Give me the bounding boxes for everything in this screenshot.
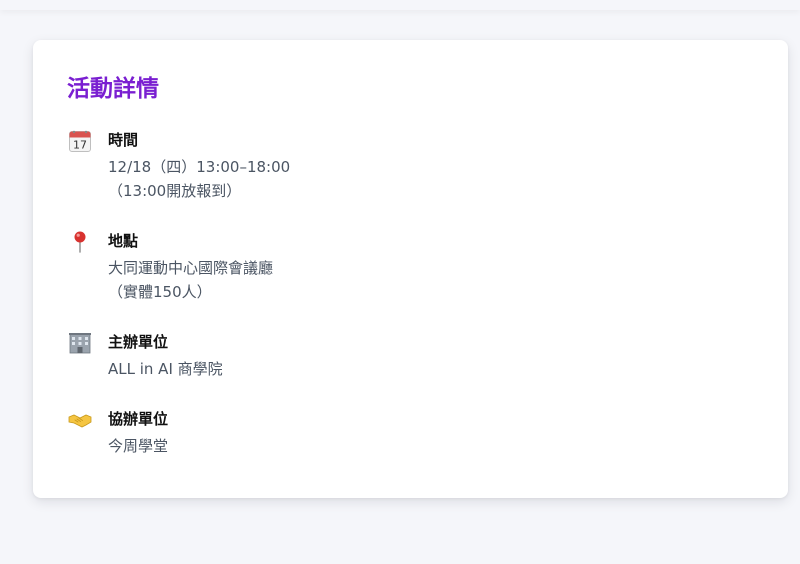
detail-item-location: 地點 大同運動中心國際會議廳 （實體150人） xyxy=(67,231,754,304)
calendar-icon-svg: 17 xyxy=(69,130,91,152)
detail-item-body: 地點 大同運動中心國際會議廳 （實體150人） xyxy=(108,231,273,304)
handshake-icon-svg xyxy=(68,414,92,428)
detail-item-body: 協辦單位 今周學堂 xyxy=(108,409,168,458)
detail-value-organizer: ALL in AI 商學院 xyxy=(108,360,223,378)
pushpin-icon-svg xyxy=(74,231,86,253)
handshake-icon xyxy=(67,407,93,433)
detail-item-body: 時間 12/18（四）13:00–18:00 （13:00開放報到） xyxy=(108,130,290,203)
card-title: 活動詳情 xyxy=(67,76,159,102)
detail-label-organizer: 主辦單位 xyxy=(108,333,169,351)
detail-item-time: 17 時間 12/18（四）13:00–18:00 （13:00開放報到） xyxy=(67,130,754,203)
office-building-icon-svg xyxy=(69,333,91,354)
detail-item-co-organizer: 協辦單位 今周學堂 xyxy=(67,409,754,458)
detail-value-time-line-2: （13:00開放報到） xyxy=(108,182,242,200)
pushpin-icon xyxy=(67,229,93,255)
detail-label-co-organizer: 協辦單位 xyxy=(108,410,169,428)
top-strip xyxy=(0,0,800,10)
detail-item-organizer: 主辦單位 ALL in AI 商學院 xyxy=(67,332,754,381)
event-details-card: 活動詳情 17 時間 12/18（四）13:00–18:00 （13:00開放報… xyxy=(33,40,788,498)
detail-value-time-line-1: 12/18（四）13:00–18:00 xyxy=(108,158,291,176)
detail-value-location-line-1: 大同運動中心國際會議廳 xyxy=(108,259,274,277)
detail-label-time: 時間 xyxy=(108,131,139,149)
detail-label-location: 地點 xyxy=(108,232,139,250)
detail-value-location-line-2: （實體150人） xyxy=(108,283,212,301)
calendar-icon: 17 xyxy=(67,128,93,154)
calendar-icon-day: 17 xyxy=(73,139,87,152)
office-building-icon xyxy=(67,330,93,356)
detail-item-body: 主辦單位 ALL in AI 商學院 xyxy=(108,332,223,381)
detail-value-co-organizer: 今周學堂 xyxy=(108,437,169,455)
